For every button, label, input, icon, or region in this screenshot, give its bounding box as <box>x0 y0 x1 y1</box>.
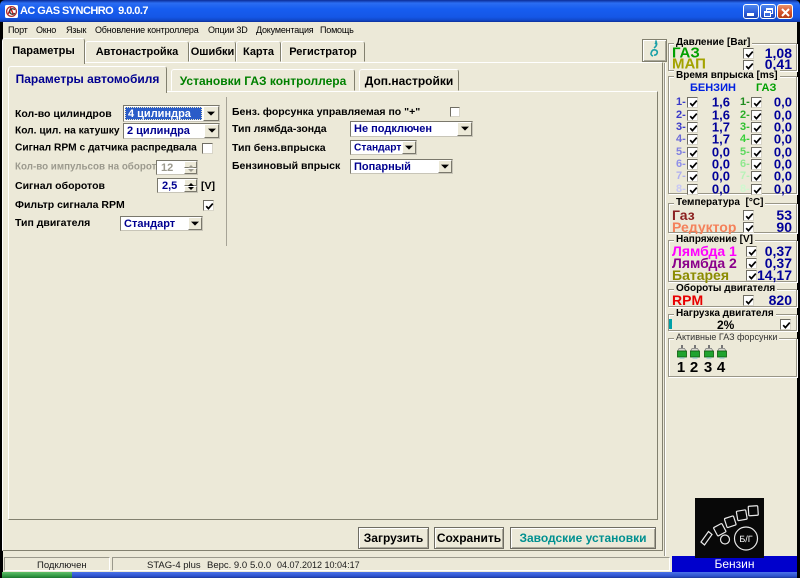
svg-text:Б/Г: Б/Г <box>739 534 752 544</box>
